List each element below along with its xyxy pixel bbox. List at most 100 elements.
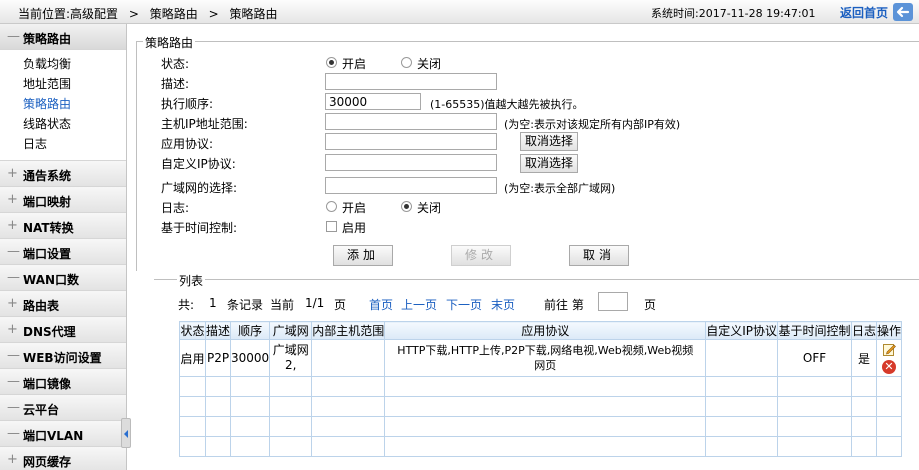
next-page-link[interactable]: 下一页 — [446, 296, 482, 313]
state-label: 状态: — [161, 57, 190, 71]
sidebar-group-port-mirror[interactable]: — 端口镜像 — [0, 369, 126, 395]
sidebar-group-label: 端口映射 — [23, 195, 72, 209]
column-header: 操作 — [876, 321, 903, 340]
app-cancel-select-button[interactable]: 取消选择 — [520, 132, 578, 151]
order-hint: (1-65535)值越大越先被执行。 — [430, 98, 584, 111]
fieldset-border — [136, 41, 137, 271]
sidebar-group-dns-proxy[interactable]: + DNS代理 — [0, 317, 126, 343]
order-label: 执行顺序: — [161, 97, 214, 111]
sidebar-group-nat[interactable]: + NAT转换 — [0, 213, 126, 239]
custom-ip-label: 自定义IP协议: — [161, 157, 236, 171]
expand-icon: + — [7, 322, 18, 337]
edit-icon[interactable] — [882, 343, 896, 356]
sidebar-group-port-mapping[interactable]: + 端口映射 — [0, 187, 126, 213]
cell-wan-line1: 广域网 — [272, 343, 309, 357]
state-off-label: 关闭 — [417, 57, 442, 71]
table-row: 启用 P2P 30000 广域网 2, HTTP下载,HTTP上传,P2P下载,… — [179, 339, 903, 377]
pager-page-unit: 页 — [334, 298, 347, 312]
collapse-icon: — — [7, 348, 20, 363]
app-protocol-label: 应用协议: — [161, 137, 214, 151]
pager-current-label: 当前 — [270, 298, 295, 312]
time-enable-checkbox[interactable] — [326, 221, 337, 232]
cell-desc: P2P — [204, 339, 232, 377]
main-content: 策略路由 状态: 开启 关闭 描述: 执行顺序: (1-65535)值越大越先被… — [130, 24, 919, 470]
sidebar-group-cloud[interactable]: — 云平台 — [0, 395, 126, 421]
prev-page-link[interactable]: 上一页 — [401, 296, 437, 313]
sidebar-group-web-access[interactable]: — WEB访问设置 — [0, 343, 126, 369]
system-time: 系统时间:2017-11-28 19:47:01 — [651, 5, 816, 21]
sidebar-group-label: 路由表 — [23, 299, 60, 313]
sidebar-group-notice[interactable]: + 通告系统 — [0, 161, 126, 187]
desc-label: 描述: — [161, 77, 190, 91]
sidebar-group-label: 网页缓存 — [23, 455, 72, 469]
sidebar-group-label: NAT转换 — [23, 221, 74, 235]
sidebar-group-port-settings[interactable]: — 端口设置 — [0, 239, 126, 265]
sidebar-item-address-range[interactable]: 地址范围 — [0, 74, 126, 94]
column-header: 状态 — [179, 321, 206, 340]
cancel-button[interactable]: 取消 — [569, 245, 629, 266]
collapse-icon: — — [7, 400, 20, 415]
sidebar-group-port-vlan[interactable]: — 端口VLAN — [0, 421, 126, 447]
log-on-label: 开启 — [342, 201, 367, 215]
add-button[interactable]: 添加 — [333, 245, 393, 266]
sidebar: — 策略路由 负载均衡 地址范围 策略路由 线路状态 日志 + 通告系统 + 端口映… — [0, 24, 127, 470]
time-enable-label: 启用 — [342, 221, 367, 235]
cell-status: 启用 — [179, 339, 206, 377]
sidebar-group-label: 云平台 — [23, 403, 60, 417]
table-row-empty — [179, 416, 903, 437]
pager-total-suffix: 条记录 — [227, 298, 264, 312]
sidebar-item-log[interactable]: 日志 — [0, 134, 126, 154]
host-range-input[interactable] — [325, 113, 497, 130]
sidebar-group-label: 通告系统 — [23, 169, 72, 183]
breadcrumb-item-1: 策略路由 — [149, 7, 198, 21]
sidebar-item-line-status[interactable]: 线路状态 — [0, 114, 126, 134]
breadcrumb-separator: > — [208, 7, 219, 21]
system-time-value: 2017-11-28 19:47:01 — [698, 7, 816, 20]
cell-wan-line2: 2, — [284, 358, 297, 372]
last-page-link[interactable]: 末页 — [491, 296, 515, 313]
table-row-empty — [179, 396, 903, 417]
system-time-label: 系统时间: — [651, 7, 699, 20]
order-input[interactable] — [325, 93, 421, 110]
cell-custom — [705, 339, 778, 377]
table-header-row: 状态 描述 顺序 广域网 内部主机范围 应用协议 自定义IP协议 基于时间控制 … — [179, 321, 903, 340]
host-label: 主机IP地址范围: — [161, 117, 248, 131]
expand-icon: + — [7, 452, 18, 467]
log-off-radio[interactable] — [401, 201, 412, 212]
sidebar-item-load-balance[interactable]: 负载均衡 — [0, 54, 126, 74]
form-legend: 策略路由 — [143, 34, 196, 51]
sidebar-group-label: WAN口数 — [23, 273, 80, 287]
log-on-radio[interactable] — [326, 201, 337, 212]
cell-host — [311, 339, 386, 377]
cell-app-line2: 网页 — [534, 359, 557, 372]
app-protocol-input[interactable] — [325, 133, 497, 150]
back-arrow-icon[interactable] — [892, 2, 914, 22]
top-bar: 当前位置:高级配置 > 策略路由 > 策略路由 系统时间:2017-11-28 … — [0, 0, 919, 24]
home-link[interactable]: 返回首页 — [840, 4, 888, 21]
goto-page-input[interactable] — [598, 292, 628, 311]
custom-ip-input[interactable] — [325, 154, 497, 171]
table-row-empty — [179, 376, 903, 397]
list-legend-line — [154, 279, 919, 280]
sidebar-group-web-cache[interactable]: + 网页缓存 — [0, 447, 126, 470]
sidebar-group-policy-route[interactable]: — 策略路由 — [0, 24, 126, 50]
modify-button[interactable]: 修改 — [451, 245, 511, 266]
column-header: 描述 — [204, 321, 232, 340]
sidebar-group-label: 端口VLAN — [23, 429, 84, 443]
sidebar-group-wan-count[interactable]: — WAN口数 — [0, 265, 126, 291]
desc-input[interactable] — [325, 73, 497, 90]
first-page-link[interactable]: 首页 — [369, 296, 393, 313]
custom-cancel-select-button[interactable]: 取消选择 — [520, 154, 578, 173]
goto-label: 前往 第 — [544, 298, 584, 312]
sidebar-item-policy-route[interactable]: 策略路由 — [0, 94, 126, 114]
sidebar-group-route-table[interactable]: + 路由表 — [0, 291, 126, 317]
delete-icon[interactable]: ✕ — [882, 359, 897, 374]
wan-input[interactable] — [325, 177, 497, 194]
log-off-label: 关闭 — [417, 201, 442, 215]
cell-actions: ✕ — [876, 339, 903, 377]
state-off-radio[interactable] — [401, 57, 412, 68]
chevron-left-icon — [124, 430, 128, 438]
sidebar-group-label: WEB访问设置 — [23, 351, 102, 365]
wan-hint: (为空:表示全部广域网) — [504, 182, 616, 195]
state-on-radio[interactable] — [326, 57, 337, 68]
